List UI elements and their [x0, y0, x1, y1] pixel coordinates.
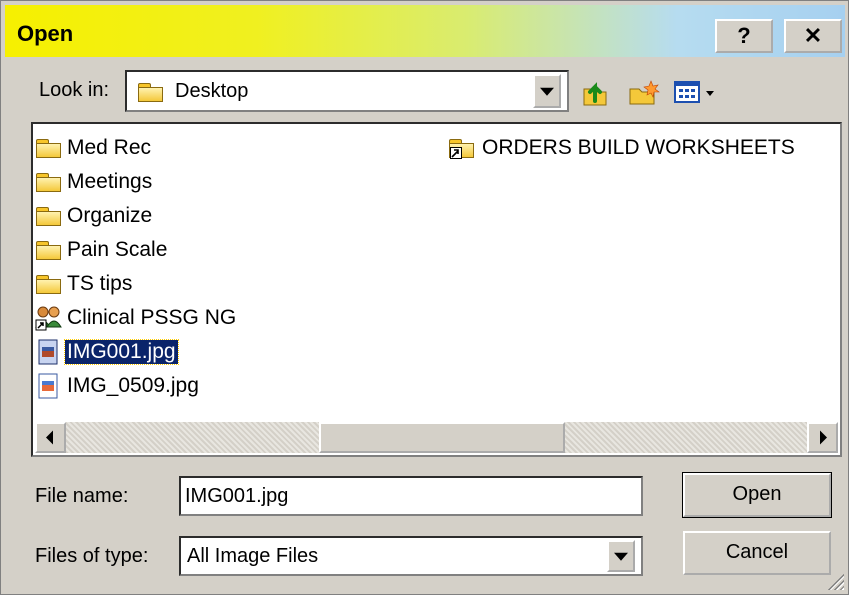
scroll-thumb[interactable] [319, 422, 565, 453]
create-new-folder-icon[interactable] [627, 77, 661, 107]
file-type-label: Files of type: [35, 545, 149, 567]
resize-grip[interactable] [826, 572, 844, 590]
folder-icon [35, 172, 63, 193]
list-item[interactable]: Pain Scale [35, 236, 169, 264]
list-item[interactable]: Med Rec [35, 134, 153, 162]
folder-icon [35, 240, 63, 261]
title-bar[interactable]: Open ? ✕ [5, 5, 845, 57]
list-item[interactable]: IMG001.jpg [35, 338, 179, 366]
look-in-dropdown[interactable]: Desktop [125, 70, 569, 112]
list-item[interactable]: TS tips [35, 270, 134, 298]
up-one-level-icon[interactable] [581, 77, 609, 107]
folder-icon [137, 82, 165, 103]
list-item[interactable]: Organize [35, 202, 154, 230]
dialog-title: Open [17, 21, 74, 46]
cancel-button[interactable]: Cancel [683, 531, 831, 575]
close-button[interactable]: ✕ [784, 19, 842, 53]
arrow-left-icon [46, 430, 53, 445]
chevron-down-icon [614, 552, 628, 561]
list-item[interactable]: Clinical PSSG NG [35, 304, 238, 332]
list-item-label: Med Rec [67, 136, 152, 159]
image-file-icon [35, 339, 63, 365]
folder-icon [35, 206, 63, 227]
list-item-label: Clinical PSSG NG [67, 306, 237, 329]
image-file-icon [35, 373, 63, 399]
folder-icon [35, 138, 63, 159]
file-type-value: All Image Files [187, 545, 319, 567]
user-group-shortcut-icon [35, 305, 63, 331]
list-item-label: ORDERS BUILD WORKSHEETS [482, 136, 795, 159]
list-item-label: Meetings [67, 170, 153, 193]
open-button-label: Open [732, 483, 782, 505]
folder-icon [35, 274, 63, 295]
list-item-label: TS tips [67, 272, 133, 295]
horizontal-scrollbar[interactable] [35, 422, 838, 453]
list-item-label: IMG_0509.jpg [67, 374, 199, 397]
list-item[interactable]: IMG_0509.jpg [35, 372, 201, 400]
list-item-label: IMG001.jpg [64, 339, 179, 365]
file-type-drop-button[interactable] [607, 540, 635, 572]
help-button[interactable]: ? [715, 19, 773, 53]
open-button[interactable]: Open [682, 472, 832, 518]
look-in-label-text: Look in: [39, 79, 110, 101]
chevron-down-icon [540, 87, 554, 96]
list-item-label: Organize [67, 204, 153, 227]
look-in-value: Desktop [175, 80, 249, 102]
file-name-input[interactable] [179, 476, 643, 516]
view-menu-icon[interactable] [673, 79, 719, 107]
open-dialog: Open ? ✕ Look in: Desktop Med Rec Meetin… [0, 0, 849, 595]
list-item-label: Pain Scale [67, 238, 168, 261]
file-list[interactable]: Med Rec Meetings Organize Pain Scale TS … [31, 122, 842, 457]
scroll-left-button[interactable] [35, 422, 66, 453]
arrow-right-icon [820, 430, 827, 445]
list-item[interactable]: ORDERS BUILD WORKSHEETS [448, 134, 797, 162]
cancel-button-label: Cancel [725, 541, 789, 563]
list-item[interactable]: Meetings [35, 168, 154, 196]
scroll-right-button[interactable] [807, 422, 838, 453]
folder-shortcut-icon [448, 138, 476, 159]
file-type-dropdown[interactable]: All Image Files [179, 536, 643, 576]
look-in-drop-button[interactable] [533, 74, 561, 108]
file-name-label: File name: [35, 485, 129, 507]
look-in-label: Look in: [39, 79, 109, 102]
